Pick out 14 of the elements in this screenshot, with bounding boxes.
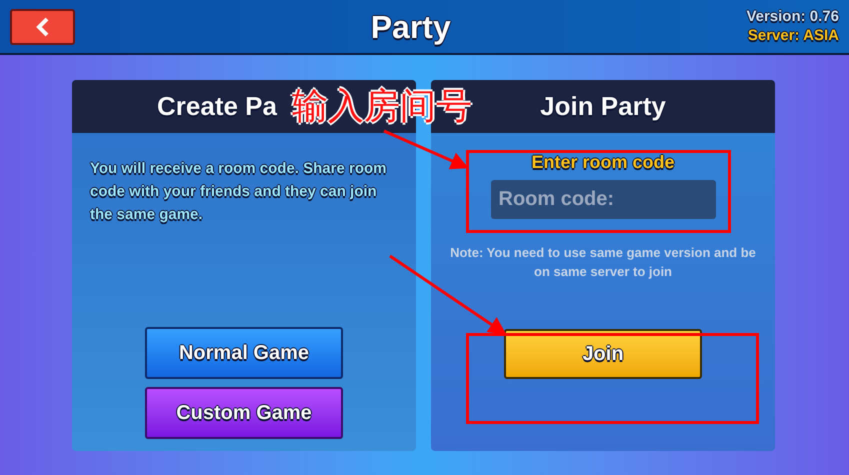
create-party-description: You will receive a room code. Share room code with your friends and they can join the same game. — [89, 159, 388, 225]
note-text: Note: You need to use same game version and be on same server to join — [449, 244, 757, 281]
room-code-field[interactable]: Room code: — [490, 180, 716, 219]
back-button[interactable] — [10, 8, 75, 44]
panel-title: Create Pa — [157, 90, 277, 123]
version-text: Version: 0.76 — [746, 8, 839, 26]
game-mode-button[interactable]: Custom Game — [145, 387, 343, 439]
back-icon — [34, 16, 50, 36]
annotation-label: 输入房间号 — [292, 85, 472, 129]
game-mode-button[interactable]: Normal Game — [145, 327, 343, 379]
field-label: Enter room code — [531, 151, 675, 174]
panel-title: Join Party — [540, 90, 666, 123]
page-title: Party — [370, 8, 451, 47]
server-text: Server: ASIA — [748, 26, 839, 46]
